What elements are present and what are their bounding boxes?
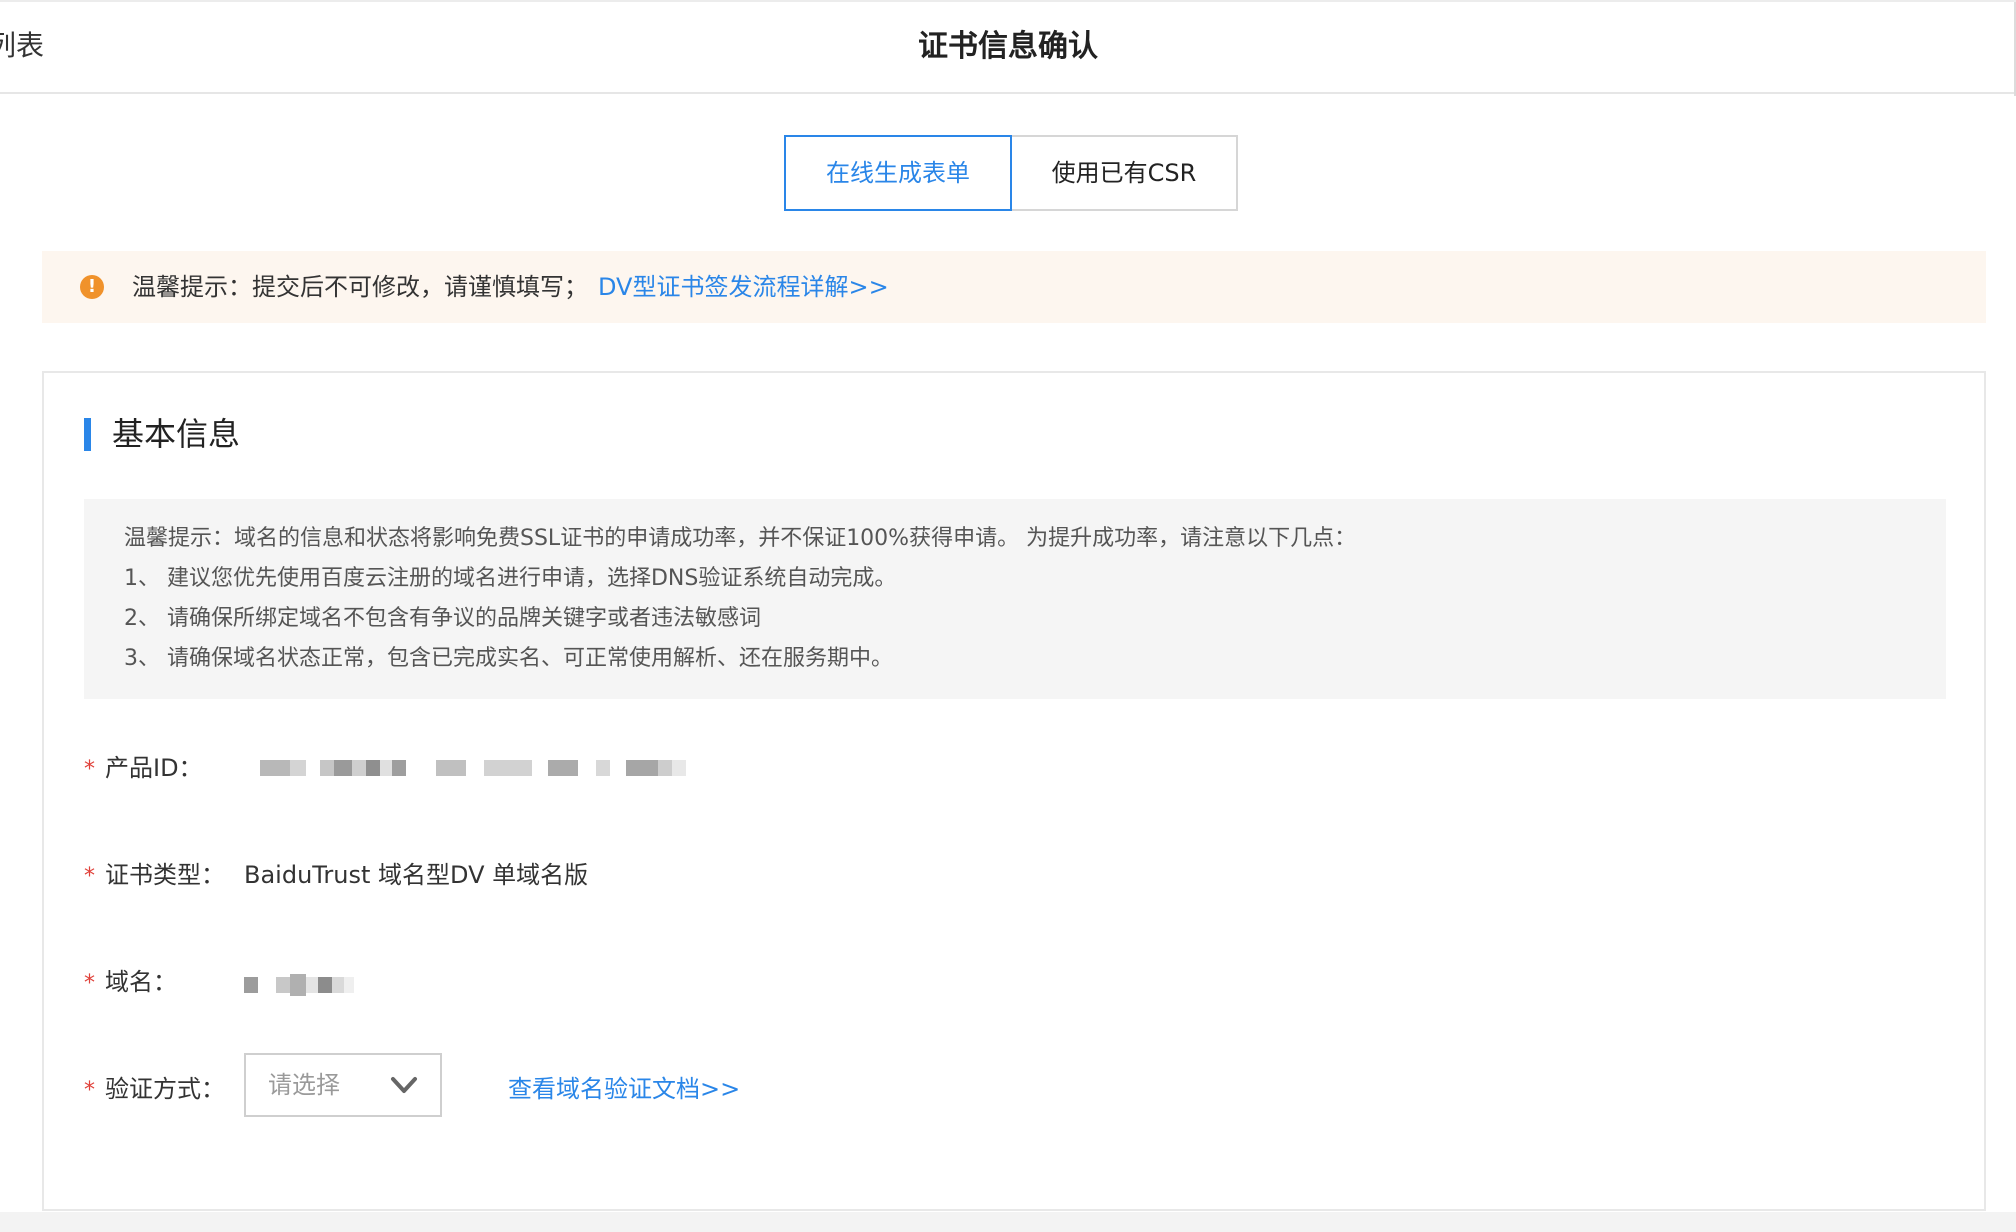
domain-label: * 域名：: [84, 962, 177, 1004]
product-id-label-text: 产品ID：: [105, 754, 203, 782]
required-mark: *: [84, 971, 95, 996]
section-accent-bar: [84, 418, 91, 451]
tips-line: 3、 请确保域名状态正常，包含已完成实名、可正常使用解析、还在服务期中。: [124, 646, 893, 671]
verify-method-select[interactable]: 请选择: [244, 1053, 442, 1117]
masked-product-id: [260, 760, 686, 776]
basic-info-card: 基本信息 温馨提示：域名的信息和状态将影响免费SSL证书的申请成功率，并不保证1…: [42, 371, 1986, 1211]
verify-method-row: * 验证方式： 请选择 查看域名验证文档>>: [84, 1053, 1884, 1129]
verify-method-placeholder: 请选择: [268, 1071, 340, 1099]
chevron-down-icon: [391, 1077, 417, 1093]
dv-process-link[interactable]: DV型证书签发流程详解>>: [598, 273, 889, 301]
domain-row: * 域名：: [84, 962, 1884, 1022]
verify-method-label-text: 验证方式：: [105, 1075, 225, 1103]
domain-label-text: 域名：: [105, 968, 177, 996]
cert-type-label-text: 证书类型：: [105, 861, 225, 889]
verify-method-label: * 验证方式：: [84, 1069, 225, 1111]
notice-text: 温馨提示：提交后不可修改，请谨慎填写； DV型证书签发流程详解>>: [132, 269, 889, 305]
cert-type-label: * 证书类型：: [84, 855, 225, 897]
warning-circle-icon: !: [80, 275, 104, 299]
product-id-label: * 产品ID：: [84, 748, 203, 790]
top-bar: 列表 证书信息确认: [0, 0, 2016, 96]
tips-box: 温馨提示：域名的信息和状态将影响免费SSL证书的申请成功率，并不保证100%获得…: [84, 499, 1946, 699]
page-title: 证书信息确认: [918, 29, 1098, 64]
section-title: 基本信息: [112, 415, 241, 453]
tab-online-form[interactable]: 在线生成表单: [784, 135, 1012, 211]
verify-doc-link[interactable]: 查看域名验证文档>>: [508, 1069, 740, 1109]
tips-line: 1、 建议您优先使用百度云注册的域名进行申请，选择DNS验证系统自动完成。: [124, 566, 897, 591]
cert-type-row: * 证书类型： BaiduTrust 域名型DV 单域名版: [84, 855, 1884, 915]
masked-domain: [244, 974, 354, 996]
product-id-row: * 产品ID：: [84, 748, 1884, 808]
bottom-strip: [0, 1212, 2016, 1232]
tips-line: 2、 请确保所绑定域名不包含有争议的品牌关键字或者违法敏感词: [124, 606, 761, 631]
cert-type-value: BaiduTrust 域名型DV 单域名版: [244, 861, 589, 889]
required-mark: *: [84, 757, 95, 782]
tab-existing-csr[interactable]: 使用已有CSR: [1010, 135, 1238, 211]
tips-line: 温馨提示：域名的信息和状态将影响免费SSL证书的申请成功率，并不保证100%获得…: [124, 526, 1357, 551]
notice-message: 温馨提示：提交后不可修改，请谨慎填写；: [132, 273, 588, 301]
required-mark: *: [84, 864, 95, 889]
notice-bar: ! 温馨提示：提交后不可修改，请谨慎填写； DV型证书签发流程详解>>: [42, 251, 1986, 323]
required-mark: *: [84, 1078, 95, 1103]
csr-mode-tabs: 在线生成表单 使用已有CSR: [784, 135, 1238, 211]
page: 列表 证书信息确认 在线生成表单 使用已有CSR ! 温馨提示：提交后不可修改，…: [0, 0, 2016, 1232]
